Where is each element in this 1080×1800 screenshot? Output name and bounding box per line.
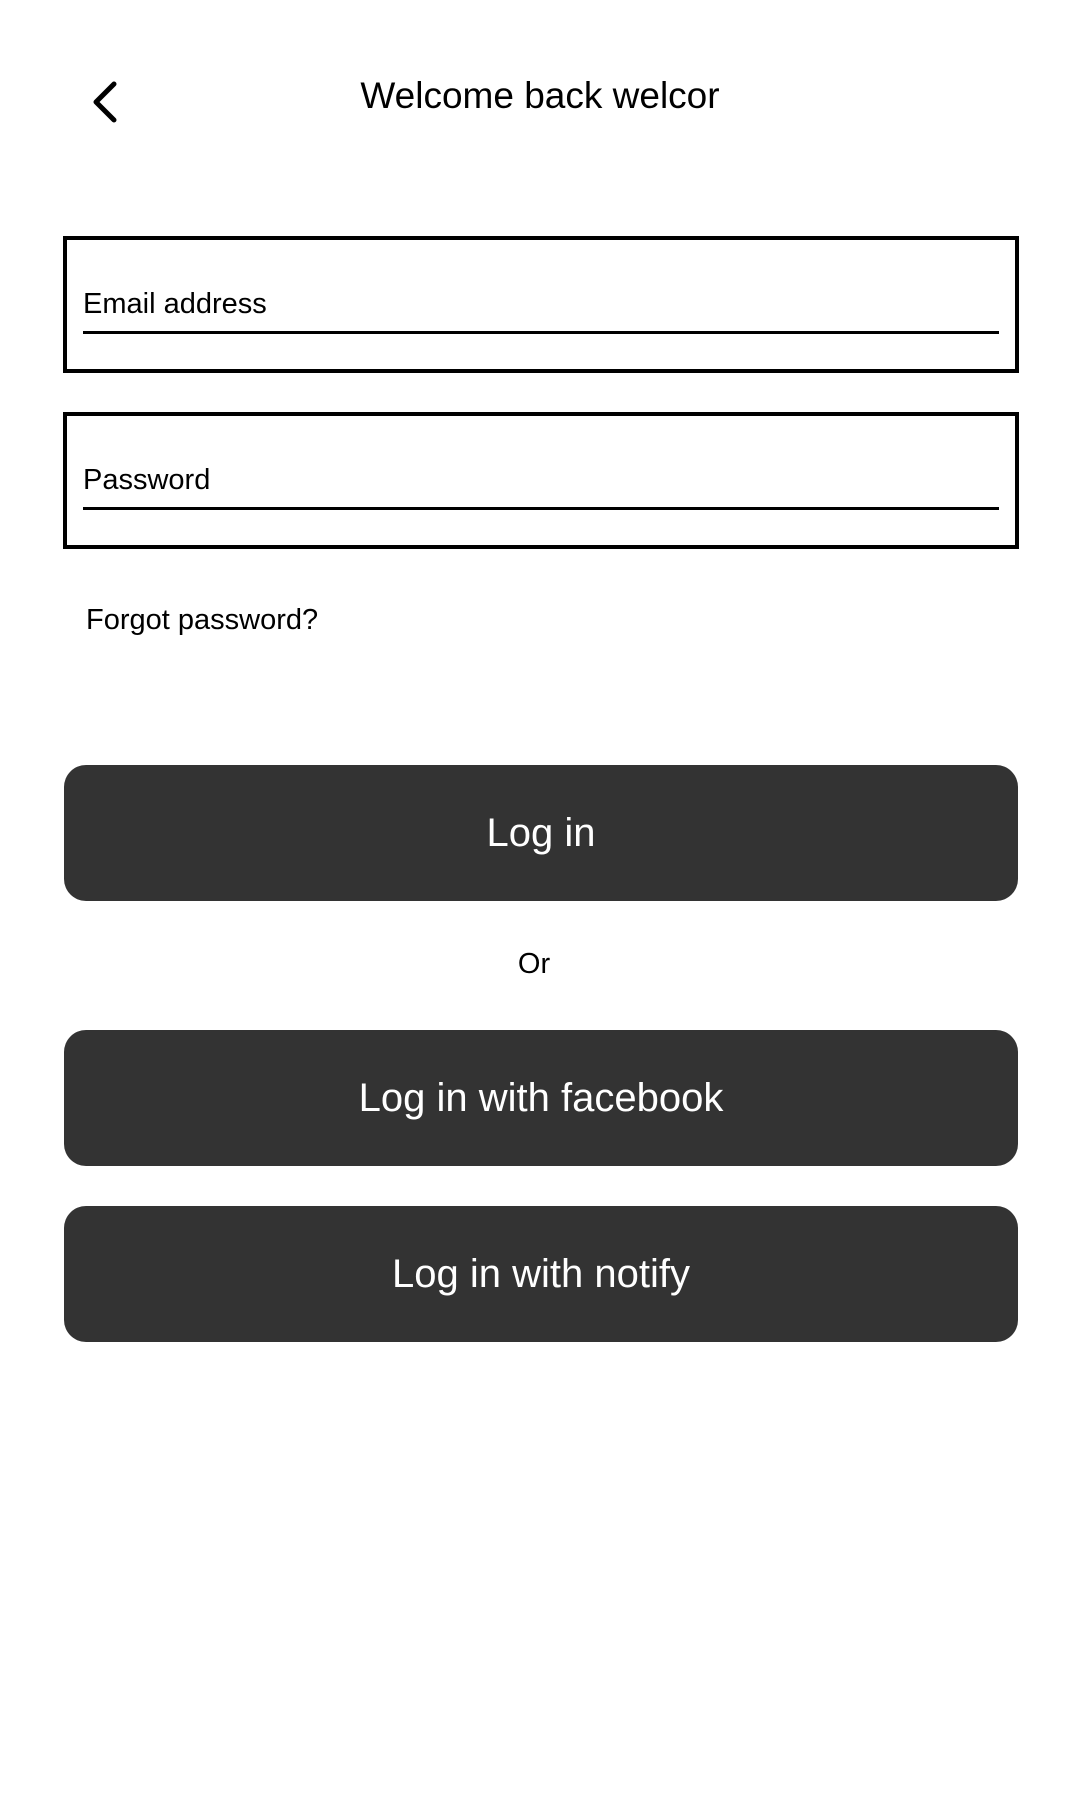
forgot-password-link[interactable]: Forgot password? xyxy=(86,600,318,640)
password-field-underline xyxy=(83,454,999,510)
email-field[interactable] xyxy=(83,278,999,331)
password-field-container xyxy=(63,412,1019,549)
login-with-facebook-button[interactable]: Log in with facebook xyxy=(64,1030,1018,1166)
login-with-notify-button[interactable]: Log in with notify xyxy=(64,1206,1018,1342)
email-field-underline xyxy=(83,278,999,334)
or-divider-label: Or xyxy=(517,948,551,980)
email-field-container xyxy=(63,236,1019,373)
page-title: Welcome back welcor xyxy=(360,75,720,116)
login-button[interactable]: Log in xyxy=(64,765,1018,901)
password-field[interactable] xyxy=(83,454,999,507)
